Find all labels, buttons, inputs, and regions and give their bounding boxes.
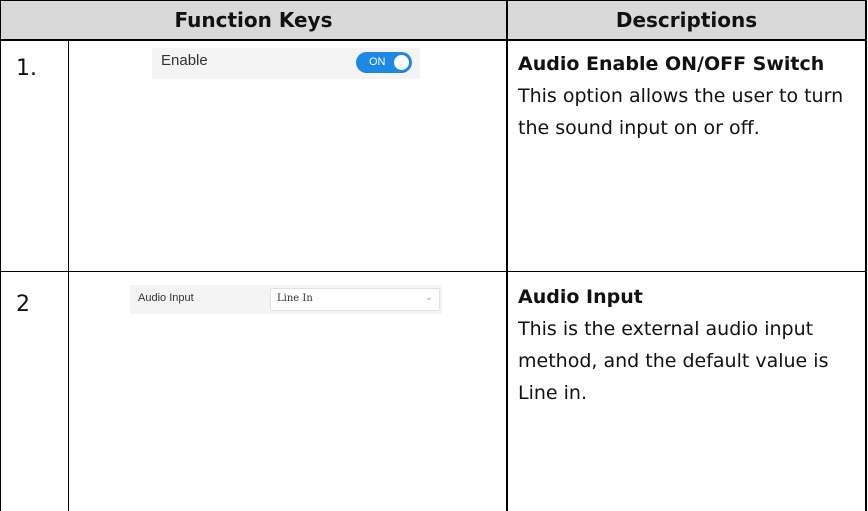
row-number: 1. [16, 56, 37, 81]
description-cell: Audio Input This is the external audio i… [518, 281, 858, 409]
description-cell: Audio Enable ON/OFF Switch This option a… [518, 48, 858, 144]
description-text: This is the external audio input method,… [518, 318, 829, 404]
table-border-left [0, 0, 1, 511]
row-number: 2 [16, 292, 30, 317]
table-border-top [0, 0, 867, 1]
column-divider [506, 0, 508, 511]
header-function-keys: Function Keys [174, 8, 333, 32]
audio-input-setting: Audio Input Line In ⌄ [130, 285, 442, 314]
audio-enable-toggle[interactable]: ON [356, 52, 412, 73]
table-border-right [865, 0, 867, 511]
header-descriptions: Descriptions [615, 8, 758, 32]
audio-input-value: Line In [277, 293, 313, 304]
audio-input-label: Audio Input [138, 292, 194, 304]
chevron-down-icon: ⌄ [424, 292, 433, 303]
description-title: Audio Enable ON/OFF Switch [518, 53, 825, 75]
description-title: Audio Input [518, 286, 643, 308]
enable-setting: Enable ON [152, 48, 420, 79]
header-divider [0, 39, 867, 41]
audio-input-select[interactable]: Line In ⌄ [270, 288, 440, 311]
row-divider [0, 271, 867, 272]
toggle-on-text: ON [369, 56, 386, 68]
enable-label: Enable [161, 52, 208, 69]
description-text: This option allows the user to turn the … [518, 85, 844, 139]
toggle-knob [394, 55, 409, 70]
number-column-divider [68, 40, 69, 511]
